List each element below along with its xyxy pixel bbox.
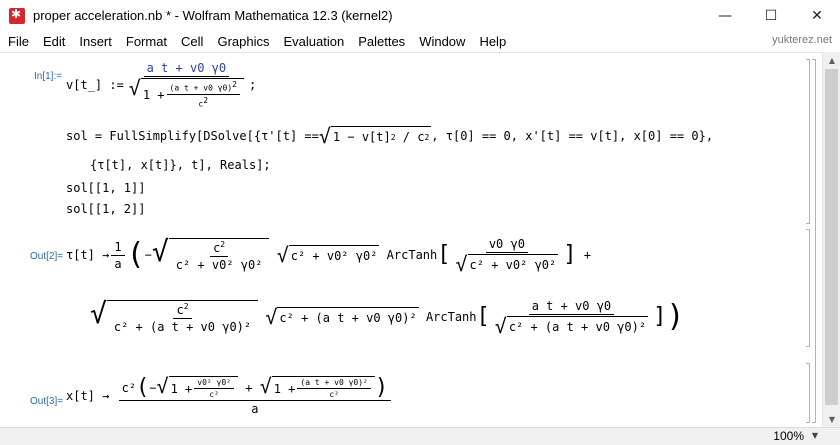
window-controls: — ☐ ✕: [702, 0, 840, 31]
menu-palettes[interactable]: Palettes: [351, 34, 412, 49]
maximize-button[interactable]: ☐: [748, 0, 794, 31]
vertical-scrollbar[interactable]: ▲ ▼: [822, 52, 840, 427]
output2-line-1: τ[t] → 1 a ( − √ c2 c² + v0² γ0² √ c² + v…: [66, 235, 591, 276]
definition-lhs: v[t_] :=: [66, 78, 124, 92]
input-cell-bracket[interactable]: [806, 59, 810, 224]
mathematica-logo-icon: [9, 7, 25, 24]
output3-cell-bracket[interactable]: [806, 363, 810, 423]
title-bar: proper acceleration.nb * - Wolfram Mathe…: [0, 0, 840, 31]
input-line-3[interactable]: {τ[t], x[t]}, t], Reals];: [90, 155, 271, 175]
notebook-area[interactable]: In[1]:= v[t_] := a t + v0 γ0 √ 1 + (a t …: [0, 52, 822, 427]
output3-line: x[t] → c² ( − √ 1 + v0² γ0² c² + √ 1 + (…: [66, 366, 393, 426]
status-bar: 100% ▼: [0, 427, 840, 445]
menu-file[interactable]: File: [0, 34, 36, 49]
zoom-level[interactable]: 100%: [773, 429, 804, 443]
cell-label-out2: Out[2]=: [30, 251, 64, 262]
cell-label-in1: In[1]:=: [34, 71, 63, 82]
scroll-up-icon[interactable]: ▲: [823, 52, 840, 68]
menu-help[interactable]: Help: [472, 34, 513, 49]
menu-bar: File Edit Insert Format Cell Graphics Ev…: [0, 31, 840, 51]
menu-evaluation[interactable]: Evaluation: [276, 34, 351, 49]
scroll-thumb[interactable]: [825, 69, 838, 405]
menu-insert[interactable]: Insert: [72, 34, 119, 49]
menu-graphics[interactable]: Graphics: [210, 34, 276, 49]
watermark: yukterez.net: [772, 34, 832, 46]
input-line-5[interactable]: sol[[1, 2]]: [66, 201, 145, 217]
menu-format[interactable]: Format: [119, 34, 174, 49]
menu-window[interactable]: Window: [412, 34, 472, 49]
zoom-dropdown-icon[interactable]: ▼: [812, 431, 818, 440]
output2-line-2: √ c2 c² + (a t + v0 γ0)² √ c² + (a t + v0…: [90, 297, 685, 338]
cell-label-out3: Out[3]=: [30, 396, 64, 407]
menu-cell[interactable]: Cell: [174, 34, 210, 49]
input-line-1[interactable]: v[t_] := a t + v0 γ0 √ 1 + (a t + v0 γ0)…: [66, 57, 256, 113]
scroll-down-icon[interactable]: ▼: [823, 411, 840, 427]
close-button[interactable]: ✕: [794, 0, 840, 31]
menu-edit[interactable]: Edit: [36, 34, 72, 49]
minimize-button[interactable]: —: [702, 0, 748, 31]
group-cell-bracket[interactable]: [812, 59, 816, 423]
window-title: proper acceleration.nb * - Wolfram Mathe…: [33, 8, 393, 23]
input-line-4[interactable]: sol[[1, 1]]: [66, 180, 145, 196]
velocity-fraction: a t + v0 γ0 √ 1 + (a t + v0 γ0)2 c2: [126, 61, 247, 109]
input-line-2[interactable]: sol = FullSimplify[DSolve[{τ'[t] == √ 1 −…: [66, 123, 713, 149]
output2-cell-bracket[interactable]: [806, 229, 810, 347]
